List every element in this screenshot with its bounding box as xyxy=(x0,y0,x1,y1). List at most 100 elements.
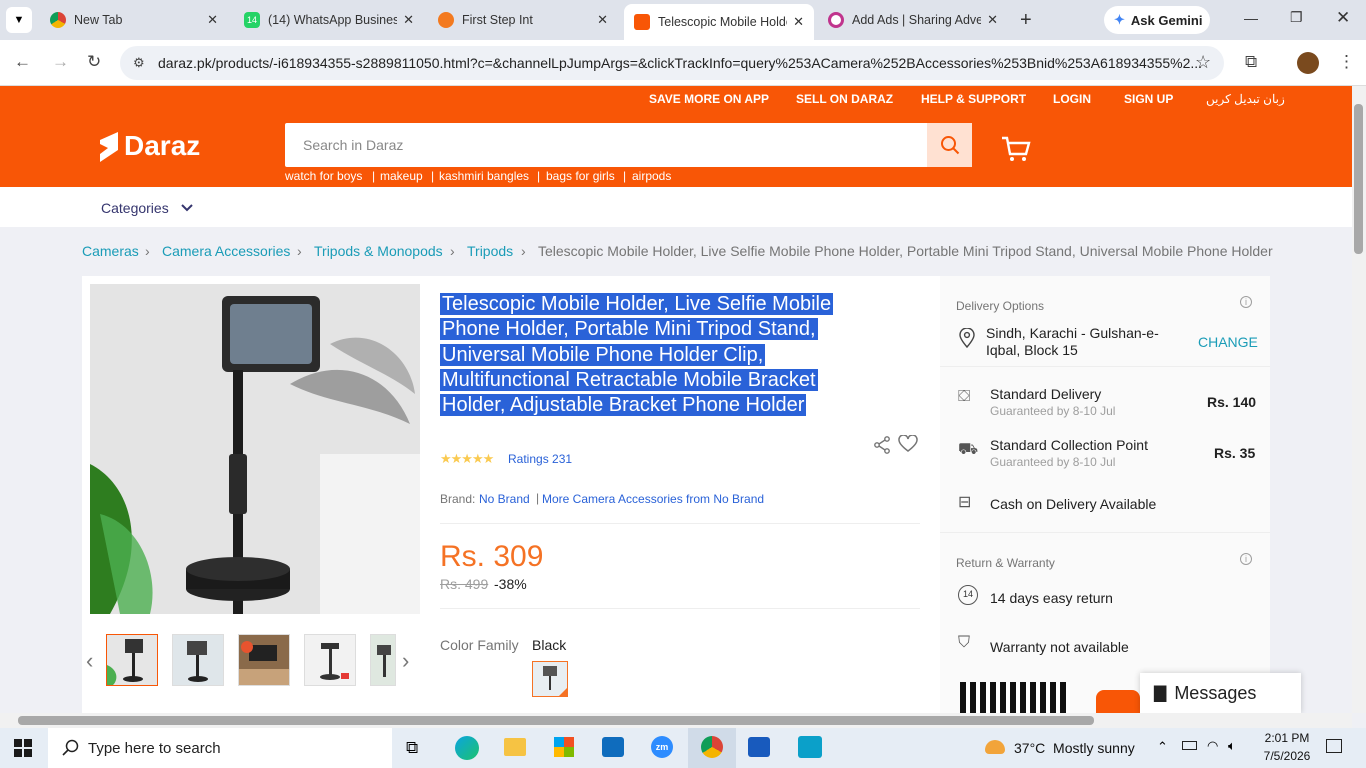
help-support-link[interactable]: HELP & SUPPORT xyxy=(921,92,1026,106)
vertical-scroll-thumb[interactable] xyxy=(1354,104,1363,254)
thumbnail-image[interactable] xyxy=(370,634,396,686)
truck-icon: ⛟ xyxy=(958,441,979,458)
save-more-on-app-link[interactable]: SAVE MORE ON APP xyxy=(649,92,769,106)
breadcrumb-cameras[interactable]: Cameras xyxy=(82,243,139,259)
keyword-link[interactable]: kashmiri bangles xyxy=(439,169,529,183)
taskbar-search-input[interactable]: Type here to search xyxy=(48,728,392,768)
return-icon: 14 xyxy=(958,585,978,605)
vertical-scrollbar[interactable] xyxy=(1352,86,1366,713)
task-view-icon[interactable]: ⧉ xyxy=(406,738,418,758)
store-icon[interactable] xyxy=(554,737,574,757)
daraz-app-icon xyxy=(1096,690,1140,713)
wishlist-heart-icon[interactable] xyxy=(898,434,918,458)
thumbnail-prev-icon[interactable]: ‹ xyxy=(86,648,93,674)
site-info-icon[interactable]: ⚙ xyxy=(133,55,145,71)
sell-on-daraz-link[interactable]: SELL ON DARAZ xyxy=(796,92,893,106)
product-main-image[interactable] xyxy=(90,284,420,614)
thumbnail-next-icon[interactable]: › xyxy=(402,648,409,674)
close-window-icon[interactable]: ✕ xyxy=(1336,8,1350,28)
search-input[interactable]: Search in Daraz xyxy=(285,123,927,167)
notifications-icon[interactable] xyxy=(1326,739,1342,753)
breadcrumb-camera-accessories[interactable]: Camera Accessories xyxy=(162,243,290,259)
thumbnail-image[interactable] xyxy=(172,634,224,686)
messages-button[interactable]: ▇ Messages xyxy=(1140,673,1301,713)
change-location-button[interactable]: CHANGE xyxy=(1198,334,1258,350)
file-explorer-icon[interactable] xyxy=(504,738,526,756)
weather-text[interactable]: 37°C Mostly sunny xyxy=(1014,740,1135,756)
chevron-down-icon xyxy=(180,204,193,212)
horizontal-scroll-thumb[interactable] xyxy=(18,716,1094,725)
volume-icon[interactable]: 🔈︎ xyxy=(1228,738,1236,754)
zoom-icon[interactable]: zm xyxy=(651,736,673,758)
chevron-right-icon: › xyxy=(297,243,302,259)
thumbnail-image[interactable] xyxy=(106,634,158,686)
new-tab-icon[interactable]: + xyxy=(1020,9,1032,32)
minimize-icon[interactable]: — xyxy=(1244,10,1258,26)
close-tab-icon[interactable]: ✕ xyxy=(403,12,414,28)
breadcrumb-tripods[interactable]: Tripods xyxy=(467,243,513,259)
back-icon[interactable]: ← xyxy=(14,52,31,72)
breadcrumb-current: Telescopic Mobile Holder, Live Selfie Mo… xyxy=(538,243,1273,259)
discount-percent: -38% xyxy=(494,576,527,592)
share-icon[interactable] xyxy=(873,436,891,459)
info-icon[interactable]: i xyxy=(1240,553,1252,565)
package-icon: ⛋ xyxy=(958,388,971,405)
keyword-link[interactable]: bags for girls xyxy=(546,169,615,183)
tab-telescopic-holder[interactable]: Telescopic Mobile Holder ✕ xyxy=(624,4,814,40)
tab-new-tab[interactable]: New Tab ✕ xyxy=(40,4,228,36)
chrome-taskbar-button[interactable] xyxy=(688,728,736,768)
tab-add-ads[interactable]: Add Ads | Sharing Adve ✕ xyxy=(818,4,1008,36)
edge-icon[interactable] xyxy=(455,736,479,760)
ratings-link[interactable]: Ratings 231 xyxy=(508,452,572,466)
restore-icon[interactable]: ❐ xyxy=(1290,9,1303,26)
extensions-icon[interactable]: ⧉ xyxy=(1245,52,1257,72)
close-tab-icon[interactable]: ✕ xyxy=(207,12,218,28)
thumbnail-image[interactable] xyxy=(304,634,356,686)
language-switch-link[interactable]: زبان تبدیل کریں xyxy=(1206,92,1285,106)
profile-avatar[interactable] xyxy=(1297,52,1319,74)
brand-link[interactable]: No Brand xyxy=(479,492,530,506)
calendar-app-icon[interactable] xyxy=(798,736,822,758)
outlook-icon[interactable] xyxy=(602,737,624,757)
word-icon[interactable] xyxy=(748,737,770,757)
search-button[interactable] xyxy=(927,123,972,167)
close-tab-icon[interactable]: ✕ xyxy=(597,12,608,28)
ask-gemini-button[interactable]: ✦ Ask Gemini xyxy=(1104,6,1210,34)
reload-icon[interactable]: ↻ xyxy=(87,52,101,72)
url-input[interactable]: ⚙ daraz.pk/products/-i618934355-s2889811… xyxy=(120,46,1224,80)
cart-icon[interactable] xyxy=(1001,135,1031,168)
tab-whatsapp[interactable]: 14 (14) WhatsApp Business ✕ xyxy=(234,4,424,36)
tab-search-dropdown-icon[interactable]: ▼ xyxy=(6,7,32,33)
daraz-logo[interactable]: Daraz xyxy=(98,128,200,164)
breadcrumb-tripods-monopods[interactable]: Tripods & Monopods xyxy=(314,243,443,259)
close-tab-icon[interactable]: ✕ xyxy=(987,12,998,28)
battery-icon[interactable] xyxy=(1182,741,1197,750)
forward-icon[interactable]: → xyxy=(52,52,69,72)
close-tab-icon[interactable]: ✕ xyxy=(793,14,804,30)
categories-dropdown[interactable]: Categories xyxy=(101,200,193,216)
windows-start-icon[interactable] xyxy=(14,739,32,762)
chevron-right-icon: › xyxy=(521,243,526,259)
keyword-link[interactable]: makeup xyxy=(380,169,423,183)
menu-kebab-icon[interactable]: ⋮ xyxy=(1338,52,1355,72)
system-tray-chevron-icon[interactable]: ⌃ xyxy=(1157,739,1168,755)
thumbnail-image[interactable] xyxy=(238,634,290,686)
weather-sun-icon xyxy=(985,740,1005,754)
collection-point-date: Guaranteed by 8-10 Jul xyxy=(990,455,1116,469)
firststep-icon xyxy=(438,12,454,28)
more-from-brand-link[interactable]: More Camera Accessories from No Brand xyxy=(542,492,764,506)
keyword-link[interactable]: airpods xyxy=(632,169,671,183)
chrome-icon xyxy=(50,12,66,28)
clock-date[interactable]: 7/5/2026 xyxy=(1260,749,1314,763)
keyword-link[interactable]: watch for boys xyxy=(285,169,362,183)
login-link[interactable]: LOGIN xyxy=(1053,92,1091,106)
info-icon[interactable]: i xyxy=(1240,296,1252,308)
standard-delivery-date: Guaranteed by 8-10 Jul xyxy=(990,404,1116,418)
bookmark-star-icon[interactable]: ☆ xyxy=(1195,52,1211,73)
tab-first-step[interactable]: First Step Int ✕ xyxy=(428,4,618,36)
wifi-icon[interactable]: ◠ xyxy=(1207,738,1218,754)
clock-time[interactable]: 2:01 PM xyxy=(1260,731,1314,745)
signup-link[interactable]: SIGN UP xyxy=(1124,92,1173,106)
horizontal-scrollbar[interactable] xyxy=(0,713,1352,728)
color-swatch-black[interactable] xyxy=(532,661,568,697)
